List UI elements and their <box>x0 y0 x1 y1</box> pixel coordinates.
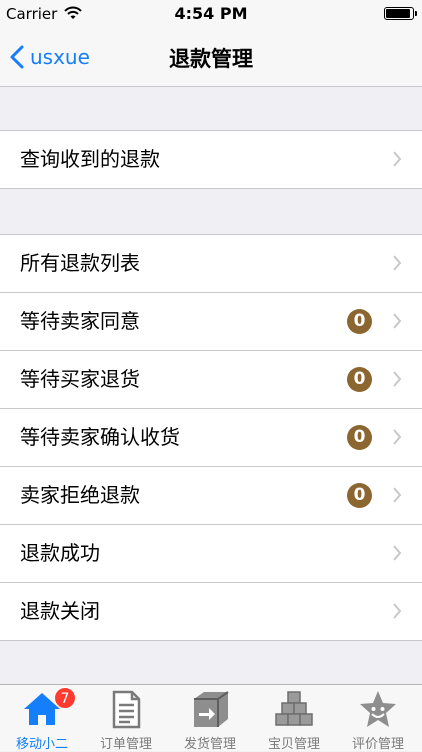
star-face-icon <box>360 691 396 727</box>
tab-label: 宝贝管理 <box>267 737 320 752</box>
list-item-awaiting-seller-receipt[interactable]: 等待卖家确认收货 0 <box>0 409 422 467</box>
list-item-refund-success[interactable]: 退款成功 <box>0 525 422 583</box>
list-item-awaiting-seller-approval[interactable]: 等待卖家同意 0 <box>0 293 422 351</box>
page-title: 退款管理 <box>169 47 253 71</box>
tab-mobile-assistant[interactable]: 7 移动小二 <box>0 685 84 752</box>
navigation-bar: usxue 退款管理 <box>0 28 422 87</box>
count-badge: 0 <box>347 309 372 334</box>
list-item-label: 查询收到的退款 <box>20 147 160 171</box>
list-item-label: 等待卖家确认收货 <box>20 425 180 449</box>
list-item-label: 退款成功 <box>20 541 100 565</box>
clock: 4:54 PM <box>174 4 248 23</box>
chevron-right-icon <box>393 313 402 329</box>
tab-label: 订单管理 <box>99 737 152 752</box>
count-badge: 0 <box>347 367 372 392</box>
count-badge: 0 <box>347 425 372 450</box>
list-item-label: 等待买家退货 <box>20 367 140 391</box>
tab-label: 评价管理 <box>351 737 404 752</box>
chevron-right-icon <box>393 545 402 561</box>
battery-icon <box>384 7 417 20</box>
tab-label: 移动小二 <box>15 737 68 752</box>
document-icon <box>112 690 141 729</box>
chevron-right-icon <box>393 371 402 387</box>
count-badge: 0 <box>347 483 372 508</box>
tab-shipping-management[interactable]: 发货管理 <box>168 685 252 752</box>
list-item-awaiting-buyer-return[interactable]: 等待买家退货 0 <box>0 351 422 409</box>
list-item-label: 退款关闭 <box>20 599 100 623</box>
tab-label: 发货管理 <box>183 737 236 752</box>
chevron-right-icon <box>393 429 402 445</box>
refund-status-group: 所有退款列表 等待卖家同意 0 等待买家退货 0 等待卖家确认收货 0 卖家拒绝… <box>0 234 422 641</box>
tab-order-management[interactable]: 订单管理 <box>84 685 168 752</box>
list-item-label: 等待卖家同意 <box>20 309 140 333</box>
chevron-right-icon <box>393 255 402 271</box>
tab-bar: 7 移动小二 订单管理 发货管理 宝贝管理 评价管理 <box>0 684 422 752</box>
list-item-query-refunds[interactable]: 查询收到的退款 <box>0 131 422 188</box>
query-group: 查询收到的退款 <box>0 130 422 189</box>
list-item-all-refunds[interactable]: 所有退款列表 <box>0 235 422 293</box>
chevron-right-icon <box>393 151 402 167</box>
tab-review-management[interactable]: 评价管理 <box>336 685 420 752</box>
status-bar: Carrier 4:54 PM <box>0 0 422 28</box>
tab-item-management[interactable]: 宝贝管理 <box>252 685 336 752</box>
list-item-label: 所有退款列表 <box>20 251 140 275</box>
list-item-label: 卖家拒绝退款 <box>20 483 140 507</box>
notification-badge: 7 <box>54 687 76 709</box>
shipping-box-icon <box>194 691 229 727</box>
list-item-refund-closed[interactable]: 退款关闭 <box>0 583 422 640</box>
chevron-right-icon <box>393 603 402 619</box>
list-item-seller-rejected[interactable]: 卖家拒绝退款 0 <box>0 467 422 525</box>
chevron-right-icon <box>393 487 402 503</box>
stacked-boxes-icon <box>275 691 313 726</box>
